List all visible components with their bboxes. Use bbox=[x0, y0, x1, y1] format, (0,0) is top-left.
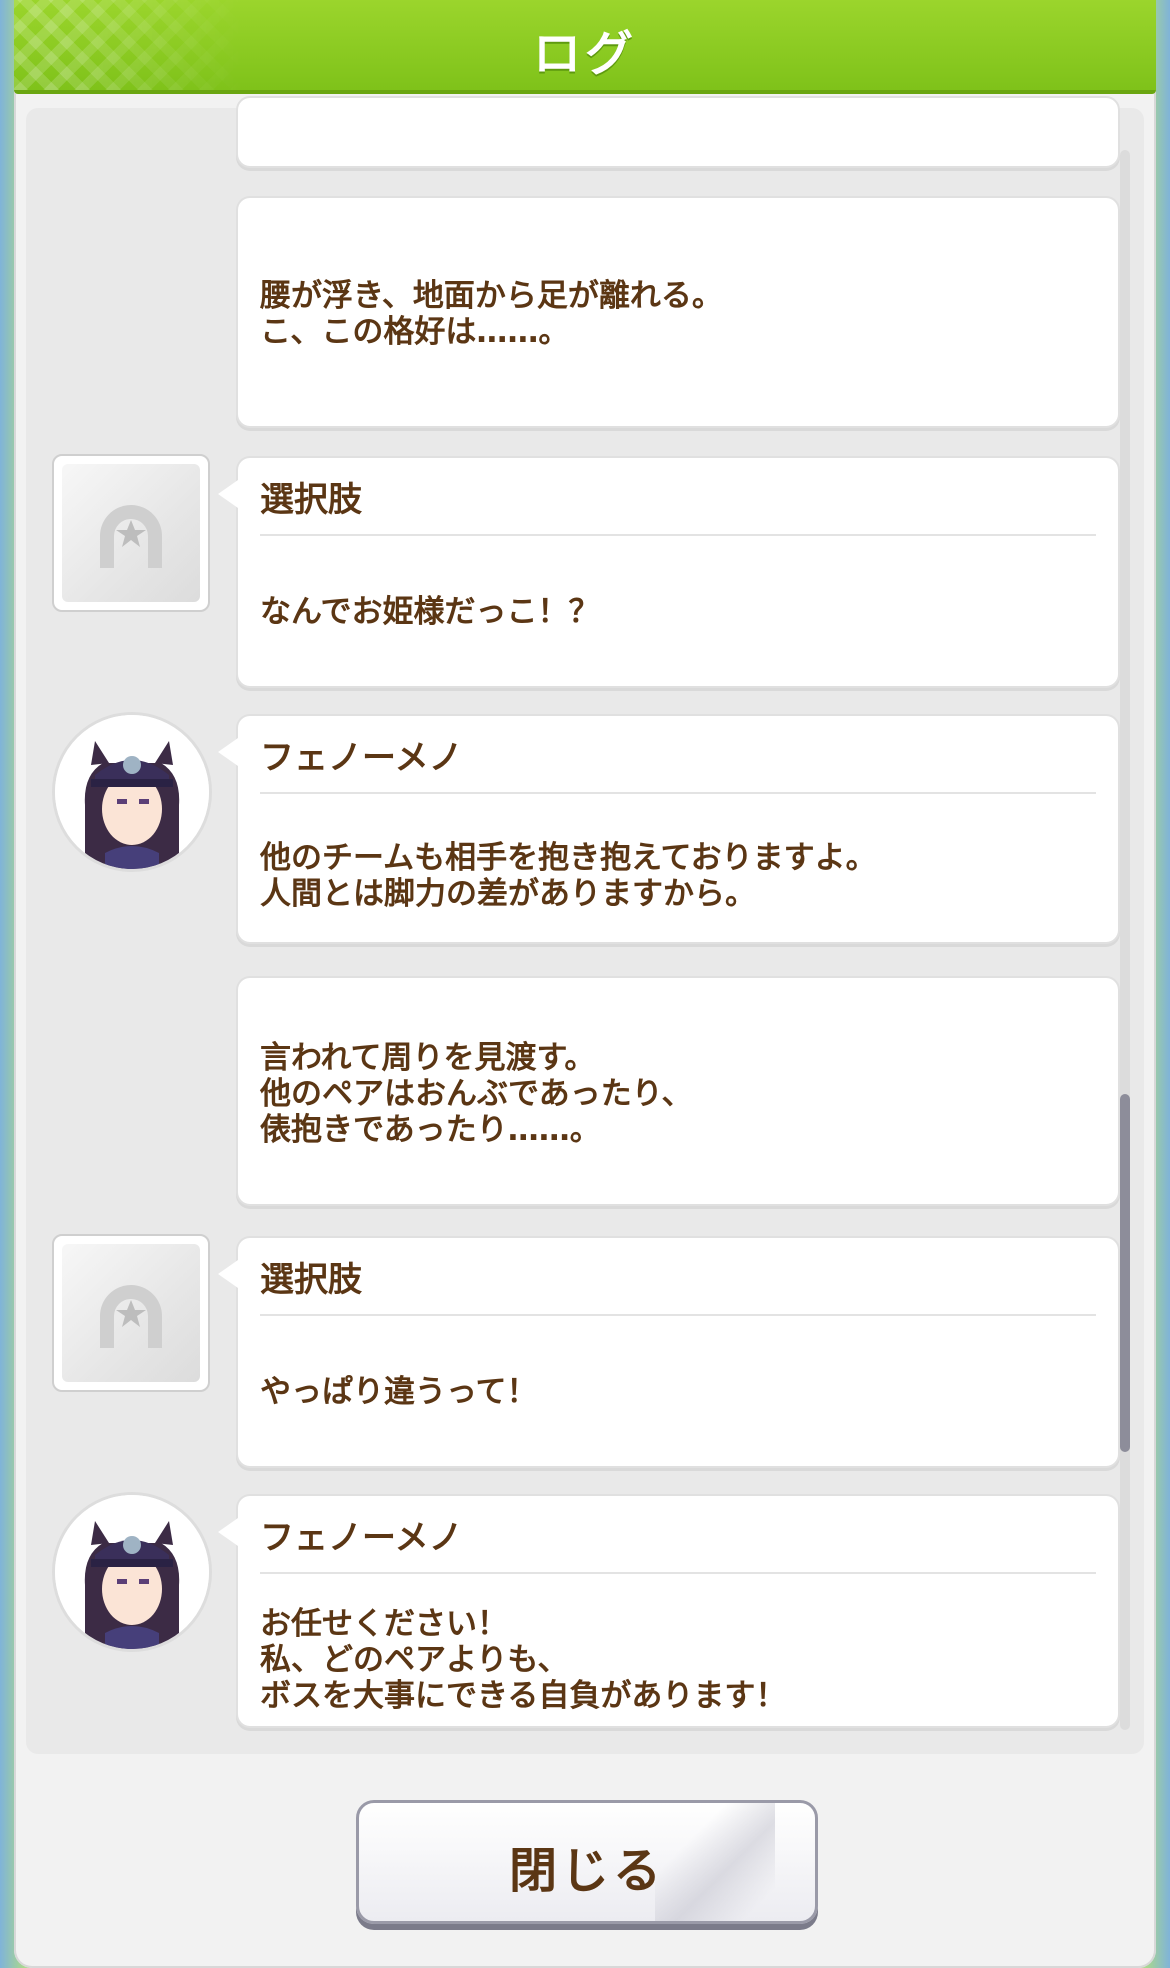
scrollbar-track[interactable] bbox=[1120, 150, 1130, 1730]
log-header: ログ bbox=[14, 0, 1156, 94]
speech-tail bbox=[218, 1260, 238, 1288]
speaker-name: フェノーメノ bbox=[260, 1518, 463, 1558]
log-entry-narration bbox=[236, 96, 1120, 168]
choice-icon bbox=[52, 1234, 210, 1392]
speaker-name: 選択肢 bbox=[260, 480, 362, 520]
character-avatar bbox=[52, 1492, 212, 1652]
log-line: やっぱり違うって！ bbox=[260, 1374, 538, 1410]
log-line: 言われて周りを見渡す。 bbox=[260, 1040, 596, 1076]
character-portrait bbox=[55, 715, 209, 869]
log-line: 人間とは脚力の差がありますから。 bbox=[260, 876, 756, 912]
close-button-label: 閉じる bbox=[508, 1843, 665, 1899]
character-avatar bbox=[52, 712, 212, 872]
log-entry-narration: 言われて周りを見渡す。 他のペアはおんぶであったり、 俵抱きであったり……。 bbox=[236, 976, 1120, 1206]
log-entry-dialogue: フェノーメノ お任せください！ 私、どのペアよりも、 ボスを大事にできる自負があ… bbox=[218, 1494, 1120, 1728]
speaker-name: フェノーメノ bbox=[260, 738, 463, 778]
speech-tail bbox=[218, 480, 238, 508]
divider bbox=[260, 1572, 1096, 1574]
log-line: 私、どのペアよりも、 bbox=[260, 1642, 569, 1678]
horseshoe-star-icon bbox=[100, 504, 162, 568]
scrollbar-thumb[interactable] bbox=[1120, 1094, 1130, 1452]
choice-icon bbox=[52, 454, 210, 612]
log-line: 俵抱きであったり……。 bbox=[260, 1112, 601, 1148]
log-entry-choice: 選択肢 やっぱり違うって！ bbox=[218, 1236, 1120, 1468]
speaker-name: 選択肢 bbox=[260, 1260, 362, 1300]
divider bbox=[260, 534, 1096, 536]
horseshoe-star-icon bbox=[100, 1284, 162, 1348]
divider bbox=[260, 1314, 1096, 1316]
log-title: ログ bbox=[532, 26, 637, 82]
log-line: 他のチームも相手を抱き抱えておりますよ。 bbox=[260, 840, 877, 876]
log-line: ボスを大事にできる自負があります！ bbox=[260, 1678, 787, 1714]
log-entry-dialogue: フェノーメノ 他のチームも相手を抱き抱えておりますよ。 人間とは脚力の差がありま… bbox=[218, 714, 1120, 944]
character-portrait bbox=[55, 1495, 209, 1649]
speech-tail bbox=[218, 1518, 238, 1546]
close-button[interactable]: 閉じる bbox=[356, 1800, 818, 1924]
log-entry-choice: 選択肢 なんでお姫様だっこ！？ bbox=[218, 456, 1120, 688]
log-line: こ、この格好は……。 bbox=[260, 314, 570, 350]
divider bbox=[260, 792, 1096, 794]
log-line: なんでお姫様だっこ！？ bbox=[260, 594, 600, 630]
log-line: 腰が浮き、地面から足が離れる。 bbox=[260, 278, 723, 314]
speech-tail bbox=[218, 738, 238, 766]
log-line: 他のペアはおんぶであったり、 bbox=[260, 1076, 693, 1112]
log-line: お任せください！ bbox=[260, 1606, 508, 1642]
log-entry-narration: 腰が浮き、地面から足が離れる。 こ、この格好は……。 bbox=[236, 196, 1120, 428]
